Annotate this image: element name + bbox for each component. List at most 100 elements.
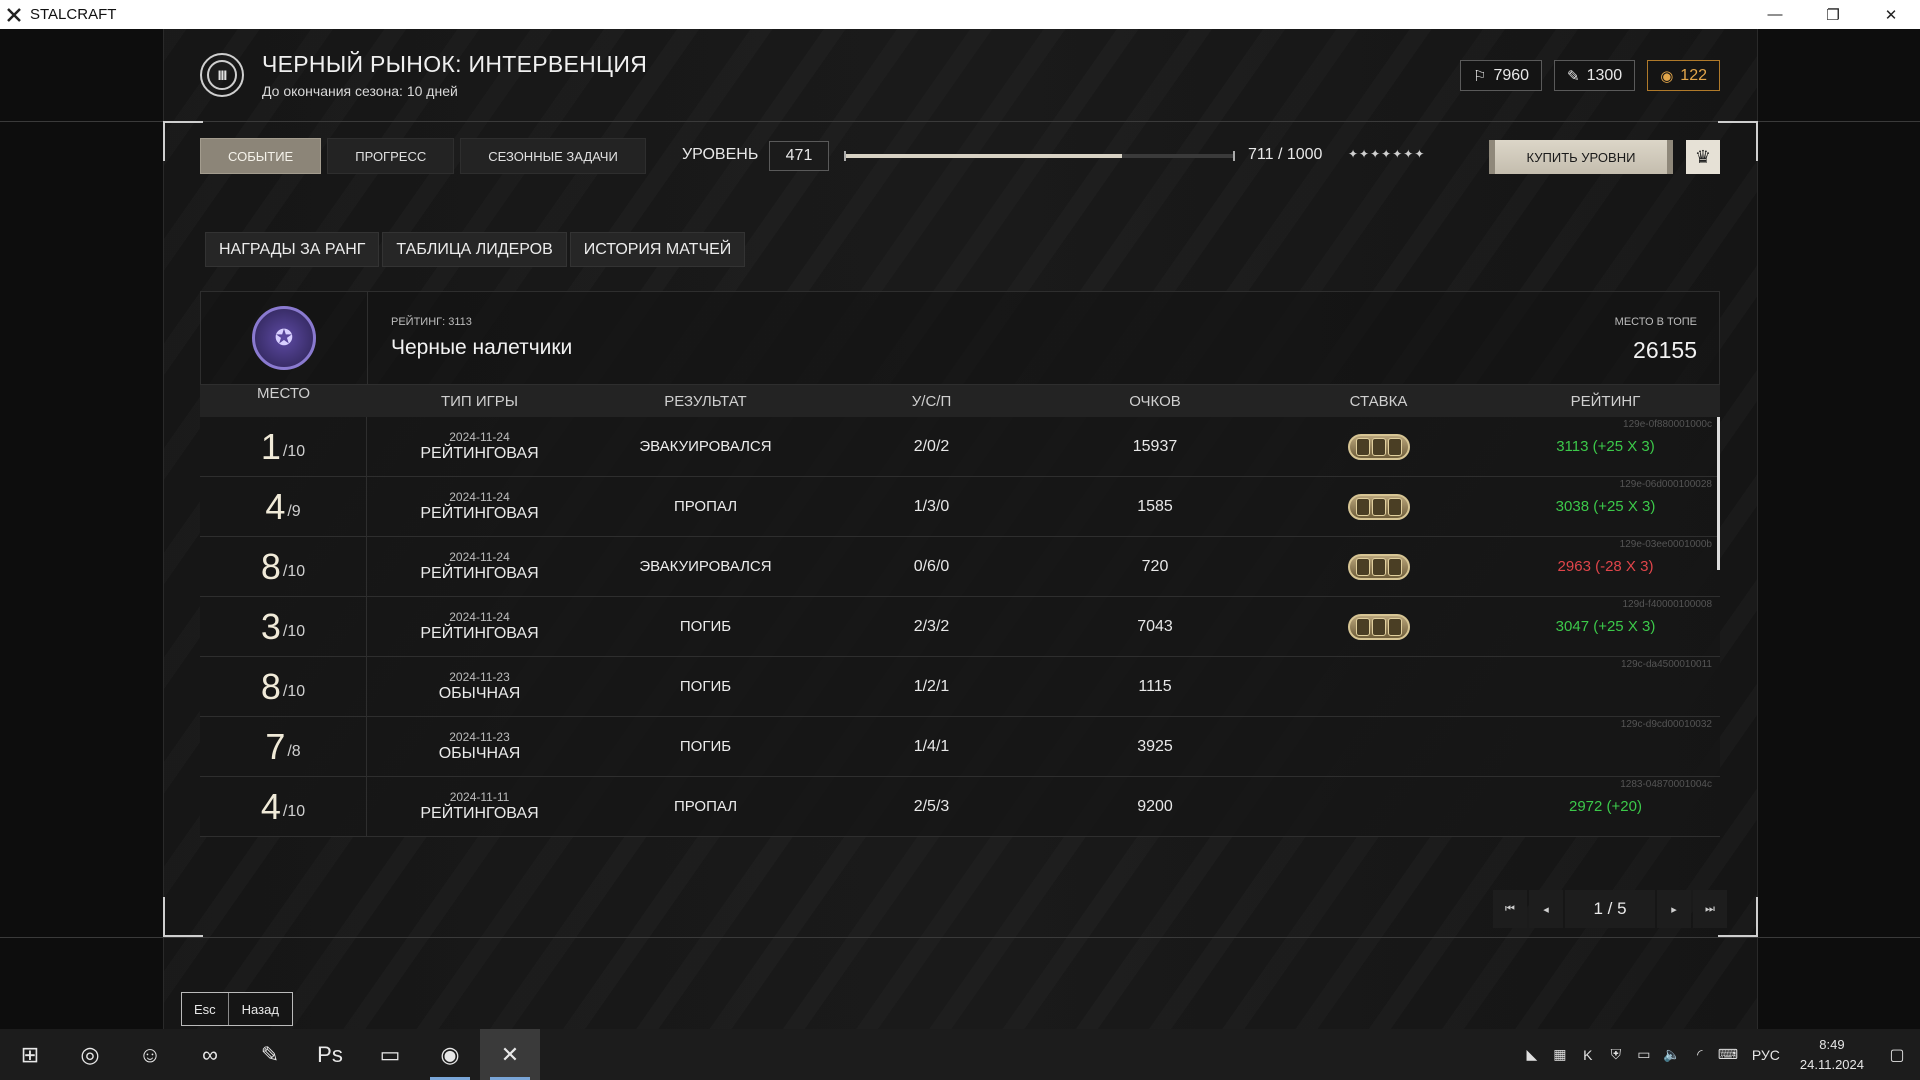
event-header: III ЧЕРНЫЙ РЫНОК: ИНТЕРВЕНЦИЯ До окончан… [200,51,647,99]
match-result: ПРОПАЛ [673,798,738,815]
match-date: 2024-11-24 [449,490,510,504]
shield-icon[interactable]: ⛨ [1602,1029,1630,1080]
match-history-table: МЕСТО ТИП ИГРЫ РЕЗУЛЬТАТ У/С/П ОЧКОВ СТА… [200,385,1720,848]
steam-icon[interactable]: ◎ [60,1029,120,1080]
place-value: 4 [265,485,286,527]
table-row[interactable]: 4/10 2024-11-11 РЕЙТИНГОВАЯ ПРОПАЛ 2/5/3 9200… [200,777,1720,837]
file-explorer-icon[interactable]: ▭ [360,1029,420,1080]
table-row[interactable]: 8/10 2024-11-23 ОБЫЧНАЯ ПОГИБ 1/2/1 1115 129c-… [200,657,1720,717]
window-title: STALCRAFT [30,6,117,23]
place-cell: 3/10 [200,597,367,656]
place-cell: 4/10 [200,777,367,836]
season-countdown: До окончания сезона: 10 дней [262,83,458,99]
close-button[interactable]: ✕ [1862,0,1920,29]
currency-trophy: ⚐ 7960 [1459,60,1543,91]
stalcraft-icon[interactable]: ✕ [480,1029,540,1080]
level-progress-fill [844,154,1122,158]
result-cell: ПРОПАЛ [592,498,819,515]
next-page-icon[interactable]: ▸ [1657,890,1691,928]
match-date: 2024-11-23 [449,730,510,744]
rating-change: 2972 (+20) [1569,798,1642,815]
notification-icon[interactable]: ▢ [1874,1029,1920,1080]
notepad-plus-icon[interactable]: ✎ [240,1029,300,1080]
nvidia-icon[interactable]: ◣ [1518,1029,1546,1080]
match-result: ПОГИБ [679,738,732,755]
level-value: 471 [769,141,829,171]
pagination: ⏮ ◂ 1 / 5 ▸ ⏭ [1493,890,1727,928]
event-emblem-icon: III [200,53,244,97]
minimize-button[interactable]: — [1746,0,1804,29]
column-header-bet: СТАВКА [1349,392,1408,410]
page-indicator: 1 / 5 [1565,890,1655,928]
currency-coin: ◉ 122 [1647,60,1720,91]
column-header-score: ОЧКОВ [1129,392,1181,410]
subtab-rank-rewards[interactable]: НАГРАДЫ ЗА РАНГ [205,232,380,267]
level-label: УРОВЕНЬ [682,146,759,163]
volume-icon[interactable]: 🔈 [1658,1029,1686,1080]
table-scrollbar[interactable] [1717,417,1720,570]
last-page-icon[interactable]: ⏭ [1693,890,1727,928]
rating-cell: 3038 (+25 X 3) [1491,498,1720,515]
score-cell: 3925 [1137,737,1173,755]
place-value: 4 [260,785,281,827]
restore-button[interactable]: ❐ [1804,0,1862,29]
language-indicator[interactable]: РУС [1742,1047,1790,1063]
clock[interactable]: 8:49 24.11.2024 [1790,1035,1874,1075]
chrome-icon[interactable]: ◉ [420,1029,480,1080]
table-row[interactable]: 4/9 2024-11-24 РЕЙТИНГОВАЯ ПРОПАЛ 1/3/0 1585 3… [200,477,1720,537]
bet-cell [1266,493,1491,520]
rating-change: 3113 (+25 X 3) [1556,438,1655,455]
minecraft-icon[interactable]: ▦ [1546,1029,1574,1080]
game-type-cell: 2024-11-23 ОБЫЧНАЯ [367,730,592,763]
table-row[interactable]: 7/8 2024-11-23 ОБЫЧНАЯ ПОГИБ 1/4/1 3925 129c-d… [200,717,1720,777]
photoshop-icon[interactable]: Ps [300,1029,360,1080]
prev-page-icon[interactable]: ◂ [1529,890,1563,928]
result-cell: ЭВАКУИРОВАЛСЯ [592,558,819,575]
tab-event[interactable]: СОБЫТИЕ [200,138,322,174]
keyboard-icon[interactable]: ⌨ [1714,1029,1742,1080]
rating-cell: 3047 (+25 X 3) [1491,618,1720,635]
subtab-match-history[interactable]: ИСТОРИЯ МАТЧЕЙ [569,232,746,267]
buy-levels-button[interactable]: КУПИТЬ УРОВНИ [1489,140,1673,174]
top-place-label: МЕСТО В ТОПЕ [1614,316,1697,328]
table-row[interactable]: 3/10 2024-11-24 РЕЙТИНГОВАЯ ПОГИБ 2/3/2 7043 3… [200,597,1720,657]
match-id: 129c-da4500010011 [1620,659,1712,670]
bet-chips-icon [1347,613,1410,640]
match-result: ЭВАКУИРОВАЛСЯ [639,558,772,575]
crown-icon[interactable]: ♛ [1686,140,1720,174]
battery-icon[interactable]: ▭ [1630,1029,1658,1080]
match-date: 2024-11-23 [449,670,510,684]
visual-studio-icon[interactable]: ∞ [180,1029,240,1080]
match-id: 129e-0f880001000c [1623,419,1712,430]
subtab-leaderboard[interactable]: ТАБЛИЦА ЛИДЕРОВ [382,232,567,267]
place-value: 8 [260,665,281,707]
top-place-value: 26155 [1633,337,1697,363]
kaspersky-icon[interactable]: K [1574,1029,1602,1080]
place-total: /10 [282,442,306,460]
tab-season-tasks[interactable]: СЕЗОННЫЕ ЗАДАЧИ [460,138,646,174]
first-page-icon[interactable]: ⏮ [1493,890,1527,928]
game-type-cell: 2024-11-24 РЕЙТИНГОВАЯ [367,550,592,583]
match-result: ПОГИБ [679,678,732,695]
ticket-currency-icon: ✎ [1567,67,1580,85]
table-row[interactable]: 1/10 2024-11-24 РЕЙТИНГОВАЯ ЭВАКУИРОВАЛСЯ 2/… [200,417,1720,477]
back-button[interactable]: Esc Назад [181,992,293,1026]
place-cell: 4/9 [200,477,367,536]
back-label: Назад [241,1001,279,1017]
discord-icon[interactable]: ☺ [120,1029,180,1080]
footer-divider [0,937,1920,938]
result-cell: ПРОПАЛ [592,798,819,815]
tab-progress[interactable]: ПРОГРЕСС [327,138,455,174]
rating-change: 2963 (-28 X 3) [1557,558,1654,575]
score-cell: 15937 [1132,437,1178,455]
windows-start-icon[interactable]: ⊞ [0,1029,60,1080]
match-id: 129e-03ee0001000b [1619,539,1712,550]
network-icon[interactable]: ◜ [1686,1029,1714,1080]
window-titlebar: STALCRAFT — ❐ ✕ [0,0,1920,29]
level-progress-text: 711 / 1000 [1248,146,1323,163]
place-value: 8 [260,545,281,587]
ucp-cell: 1/4/1 [913,737,950,755]
game-type-cell: 2024-11-24 РЕЙТИНГОВАЯ [367,610,592,643]
table-row[interactable]: 8/10 2024-11-24 РЕЙТИНГОВАЯ ЭВАКУИРОВАЛСЯ 0/… [200,537,1720,597]
clan-name: Черные налетчики [391,336,573,359]
